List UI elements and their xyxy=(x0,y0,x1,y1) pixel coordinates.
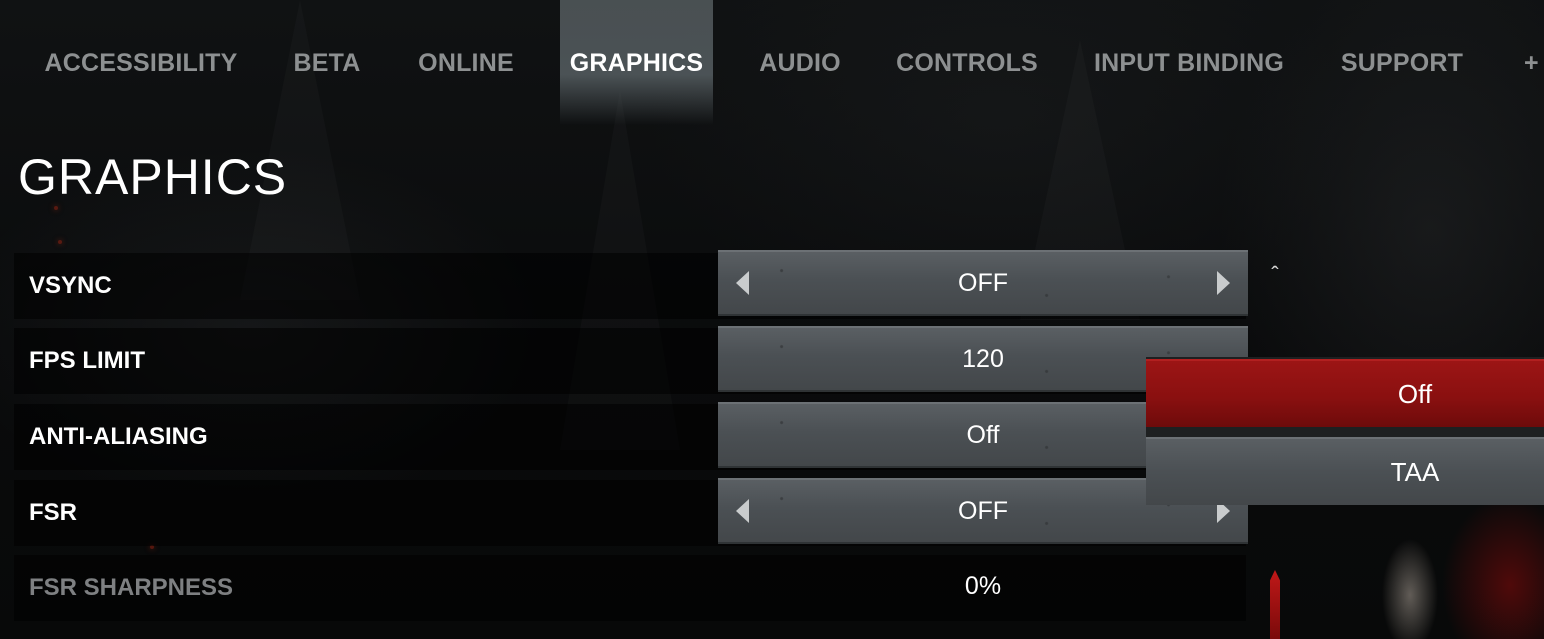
anti-aliasing-options-list: Off TAA xyxy=(1146,357,1544,505)
settings-tab-bar: ACCESSIBILITY BETA ONLINE GRAPHICS AUDIO… xyxy=(0,0,1544,125)
tab-beta[interactable]: BETA xyxy=(272,0,382,125)
setting-label: FSR xyxy=(29,499,77,526)
vsync-value: OFF xyxy=(958,268,1008,297)
tab-online[interactable]: ONLINE xyxy=(400,0,532,125)
background-character xyxy=(1380,505,1544,639)
setting-label: VSYNC xyxy=(29,272,112,299)
fsr-sharpness-value-display: 0% xyxy=(718,553,1248,619)
tab-input-binding[interactable]: INPUT BINDING xyxy=(1076,0,1302,125)
background-ember xyxy=(54,206,58,210)
caret-up-icon[interactable]: ˆ xyxy=(1268,264,1282,286)
fps-limit-value: 120 xyxy=(962,344,1004,373)
setting-label: FSR SHARPNESS xyxy=(29,574,234,601)
fsr-value: OFF xyxy=(958,496,1008,525)
chevron-right-icon[interactable] xyxy=(1217,271,1230,295)
tab-overflow[interactable]: + xyxy=(1524,0,1544,125)
background-red-marker xyxy=(1270,570,1280,639)
background-ember xyxy=(58,240,62,244)
tab-accessibility[interactable]: ACCESSIBILITY xyxy=(30,0,252,125)
settings-screen: ACCESSIBILITY BETA ONLINE GRAPHICS AUDIO… xyxy=(0,0,1544,639)
tab-support[interactable]: SUPPORT xyxy=(1324,0,1480,125)
dropdown-option-off[interactable]: Off xyxy=(1146,359,1544,427)
anti-aliasing-value: Off xyxy=(966,420,1000,449)
tab-audio[interactable]: AUDIO xyxy=(742,0,858,125)
dropdown-option-taa[interactable]: TAA xyxy=(1146,437,1544,505)
page-title: GRAPHICS xyxy=(18,149,288,205)
tab-graphics[interactable]: GRAPHICS xyxy=(560,0,713,125)
tab-controls[interactable]: CONTROLS xyxy=(880,0,1054,125)
setting-label: FPS LIMIT xyxy=(29,347,145,374)
chevron-left-icon[interactable] xyxy=(736,499,749,523)
setting-label: ANTI-ALIASING xyxy=(29,423,208,450)
chevron-left-icon[interactable] xyxy=(736,271,749,295)
fsr-sharpness-value: 0% xyxy=(964,571,1002,600)
vsync-selector[interactable]: OFF xyxy=(718,250,1248,316)
